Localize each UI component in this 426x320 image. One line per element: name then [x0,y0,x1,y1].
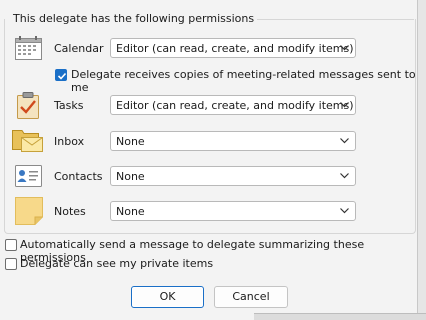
tasks-permission-value: Editor (can read, create, and modify ite… [116,99,354,112]
tasks-label: Tasks [54,99,84,112]
chevron-down-icon [340,45,349,51]
contacts-label: Contacts [54,170,103,183]
contacts-permission-value: None [116,170,145,183]
notes-icon [15,197,43,228]
tasks-icon [17,92,39,122]
chevron-down-icon [340,102,349,108]
notes-label: Notes [54,205,86,218]
group-title: This delegate has the following permissi… [10,12,258,25]
chevron-down-icon [340,208,349,214]
inbox-permission-value: None [116,135,145,148]
meeting-copies-label: Delegate receives copies of meeting-rela… [71,68,416,94]
auto-send-summary-checkbox[interactable] [5,239,17,251]
calendar-label: Calendar [54,42,104,55]
private-items-checkbox[interactable] [5,258,17,270]
inbox-icon [12,127,44,156]
contacts-icon [15,165,42,190]
notes-permission-select[interactable]: None [110,201,356,221]
delegate-permissions-dialog: This delegate has the following permissi… [0,0,417,320]
tasks-permission-select[interactable]: Editor (can read, create, and modify ite… [110,95,356,115]
private-items-label: Delegate can see my private items [20,257,214,270]
checkmark-icon [57,72,67,80]
background-window-edge [417,0,426,320]
ok-button[interactable]: OK [131,286,204,308]
calendar-icon [15,36,42,63]
chevron-down-icon [340,173,349,179]
notes-permission-value: None [116,205,145,218]
calendar-permission-select[interactable]: Editor (can read, create, and modify ite… [110,38,356,58]
inbox-permission-select[interactable]: None [110,131,356,151]
meeting-copies-checkbox[interactable] [55,69,67,81]
cancel-button[interactable]: Cancel [214,286,288,308]
background-window-strip [254,313,426,320]
chevron-down-icon [340,138,349,144]
group-border-top [242,19,414,20]
contacts-permission-select[interactable]: None [110,166,356,186]
inbox-label: Inbox [54,135,85,148]
calendar-permission-value: Editor (can read, create, and modify ite… [116,42,354,55]
